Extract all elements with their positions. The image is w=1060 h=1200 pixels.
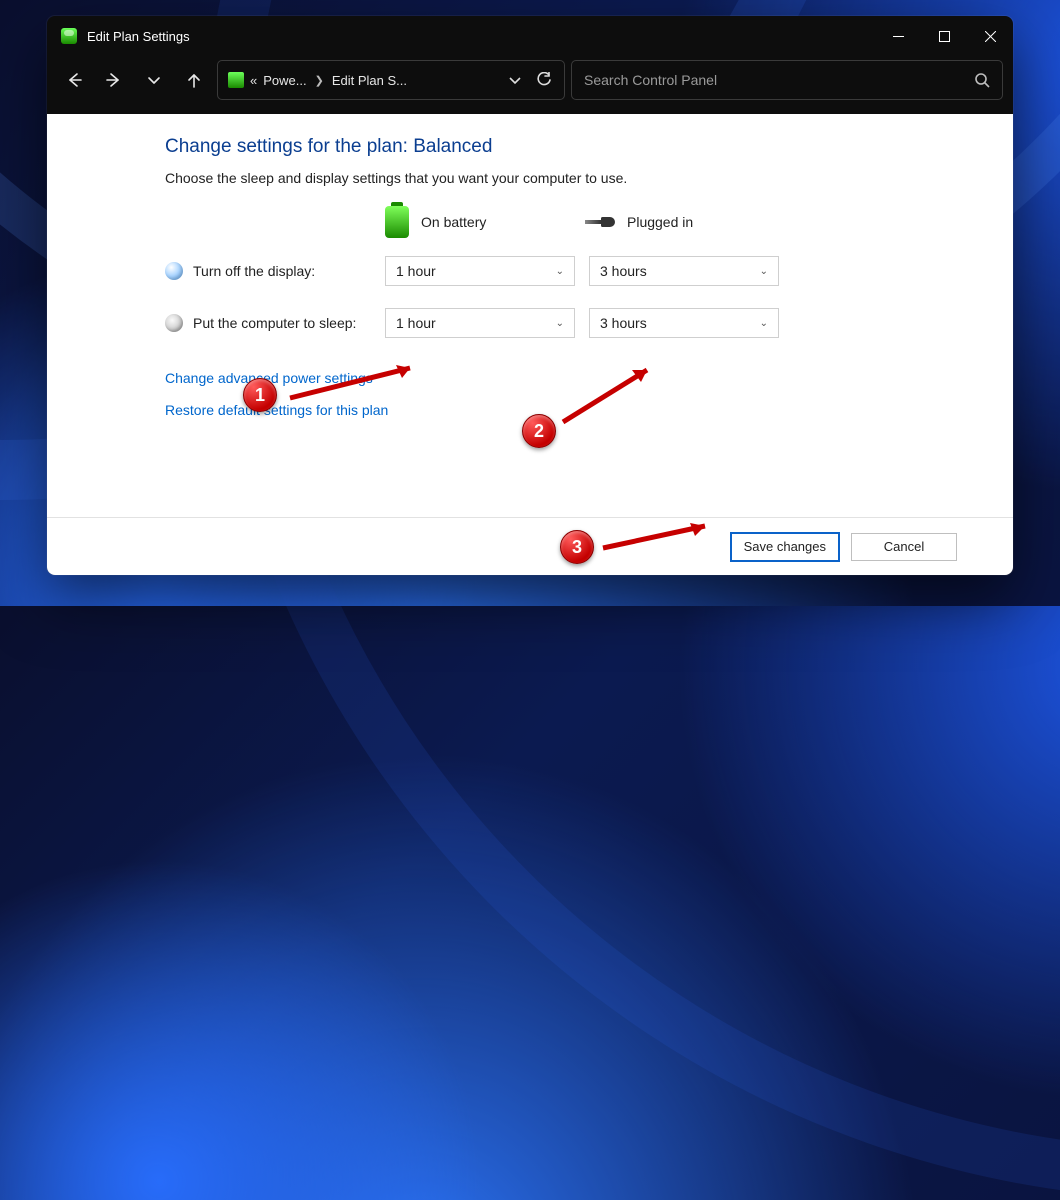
row-turn-off-display: Turn off the display: 1 hour ⌄ 3 hours ⌄	[165, 256, 1013, 286]
chevron-down-icon: ⌄	[556, 318, 564, 329]
close-button[interactable]	[967, 16, 1013, 56]
label-put-to-sleep: Put the computer to sleep:	[193, 315, 356, 331]
column-on-battery: On battery	[385, 206, 585, 238]
app-icon	[61, 28, 77, 44]
select-value: 3 hours	[600, 315, 647, 331]
chevron-right-icon: ❯	[313, 74, 326, 87]
select-sleep-battery[interactable]: 1 hour ⌄	[385, 308, 575, 338]
display-icon	[165, 262, 183, 280]
window-title: Edit Plan Settings	[87, 29, 190, 44]
select-display-plugged[interactable]: 3 hours ⌄	[589, 256, 779, 286]
select-sleep-plugged[interactable]: 3 hours ⌄	[589, 308, 779, 338]
content-area: Change settings for the plan: Balanced C…	[47, 114, 1013, 575]
arrow-right-icon	[106, 72, 122, 88]
footer: Save changes Cancel	[47, 517, 1013, 575]
toolbar: « Powe... ❯ Edit Plan S... Search Contro…	[47, 56, 1013, 114]
column-plugged-in: Plugged in	[585, 214, 785, 230]
battery-icon	[385, 206, 409, 238]
chevron-down-icon	[146, 72, 162, 88]
column-label-plugged: Plugged in	[627, 214, 693, 230]
forward-button[interactable]	[97, 63, 131, 97]
maximize-icon	[939, 31, 950, 42]
recent-dropdown[interactable]	[137, 63, 171, 97]
refresh-icon[interactable]	[536, 72, 552, 88]
maximize-button[interactable]	[921, 16, 967, 56]
breadcrumb-prefix: «	[250, 73, 257, 88]
sleep-icon	[165, 314, 183, 332]
plug-icon	[585, 215, 615, 229]
chevron-down-icon[interactable]	[508, 73, 522, 87]
page-heading: Change settings for the plan: Balanced	[165, 136, 1013, 158]
minimize-button[interactable]	[875, 16, 921, 56]
titlebar: Edit Plan Settings	[47, 16, 1013, 56]
location-icon	[228, 72, 244, 88]
select-display-battery[interactable]: 1 hour ⌄	[385, 256, 575, 286]
cancel-button[interactable]: Cancel	[851, 533, 957, 561]
chevron-down-icon: ⌄	[556, 266, 564, 277]
search-icon	[974, 72, 990, 88]
close-icon	[985, 31, 996, 42]
save-button[interactable]: Save changes	[731, 533, 839, 561]
page-subtext: Choose the sleep and display settings th…	[165, 170, 1013, 186]
back-button[interactable]	[57, 63, 91, 97]
chevron-down-icon: ⌄	[760, 318, 768, 329]
column-label-battery: On battery	[421, 214, 486, 230]
select-value: 3 hours	[600, 263, 647, 279]
address-bar[interactable]: « Powe... ❯ Edit Plan S...	[217, 60, 565, 100]
link-advanced-settings[interactable]: Change advanced power settings	[165, 370, 1013, 386]
row-put-computer-to-sleep: Put the computer to sleep: 1 hour ⌄ 3 ho…	[165, 308, 1013, 338]
chevron-down-icon: ⌄	[760, 266, 768, 277]
arrow-left-icon	[66, 72, 82, 88]
breadcrumb-seg-2[interactable]: Edit Plan S...	[332, 73, 407, 88]
select-value: 1 hour	[396, 315, 436, 331]
link-restore-defaults[interactable]: Restore default settings for this plan	[165, 402, 1013, 418]
arrow-up-icon	[186, 72, 202, 88]
search-bar[interactable]: Search Control Panel	[571, 60, 1003, 100]
breadcrumb-seg-1[interactable]: Powe...	[263, 73, 306, 88]
label-turn-off-display: Turn off the display:	[193, 263, 315, 279]
search-input[interactable]: Search Control Panel	[584, 72, 974, 88]
minimize-icon	[893, 31, 904, 42]
up-button[interactable]	[177, 63, 211, 97]
window: Edit Plan Settings « Powe... ❯	[47, 16, 1013, 575]
select-value: 1 hour	[396, 263, 436, 279]
